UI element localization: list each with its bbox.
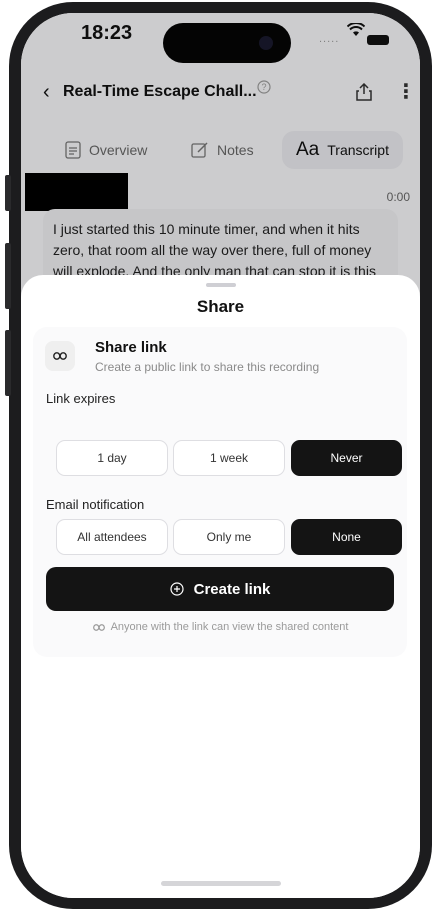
share-link-subtitle: Create a public link to share this recor… [95,360,320,374]
volume-up-button [5,243,11,309]
share-footnote: Anyone with the link can view the shared… [21,621,420,633]
action-button [5,175,11,211]
link-expires-label: Link expires [46,391,116,406]
share-link-title: Share link [95,339,167,356]
email-option-only-me[interactable]: Only me [173,519,285,555]
create-link-button[interactable]: Create link [46,567,394,611]
volume-down-button [5,330,11,396]
sheet-grabber[interactable] [206,283,236,287]
expires-option-never[interactable]: Never [291,440,402,476]
backdrop-overlay[interactable] [21,13,420,313]
home-indicator[interactable] [161,881,281,886]
email-option-none[interactable]: None [291,519,402,555]
email-option-all-attendees[interactable]: All attendees [56,519,168,555]
email-notification-label: Email notification [46,497,145,512]
link-chain-icon [92,623,105,631]
sheet-title: Share [196,297,245,316]
share-sheet: Share Share link Create a public link to… [21,275,420,898]
link-chain-icon [53,352,67,360]
expires-option-1-week[interactable]: 1 week [173,440,285,476]
link-icon [45,341,75,371]
share-footnote-text: Anyone with the link can view the shared… [110,621,349,633]
plus-circle-icon [170,582,184,596]
screen: 18:23 ..... ‹ Real-Time Escape Chall... … [21,13,420,898]
create-link-label: Create link [193,580,271,598]
expires-option-1-day[interactable]: 1 day [56,440,168,476]
